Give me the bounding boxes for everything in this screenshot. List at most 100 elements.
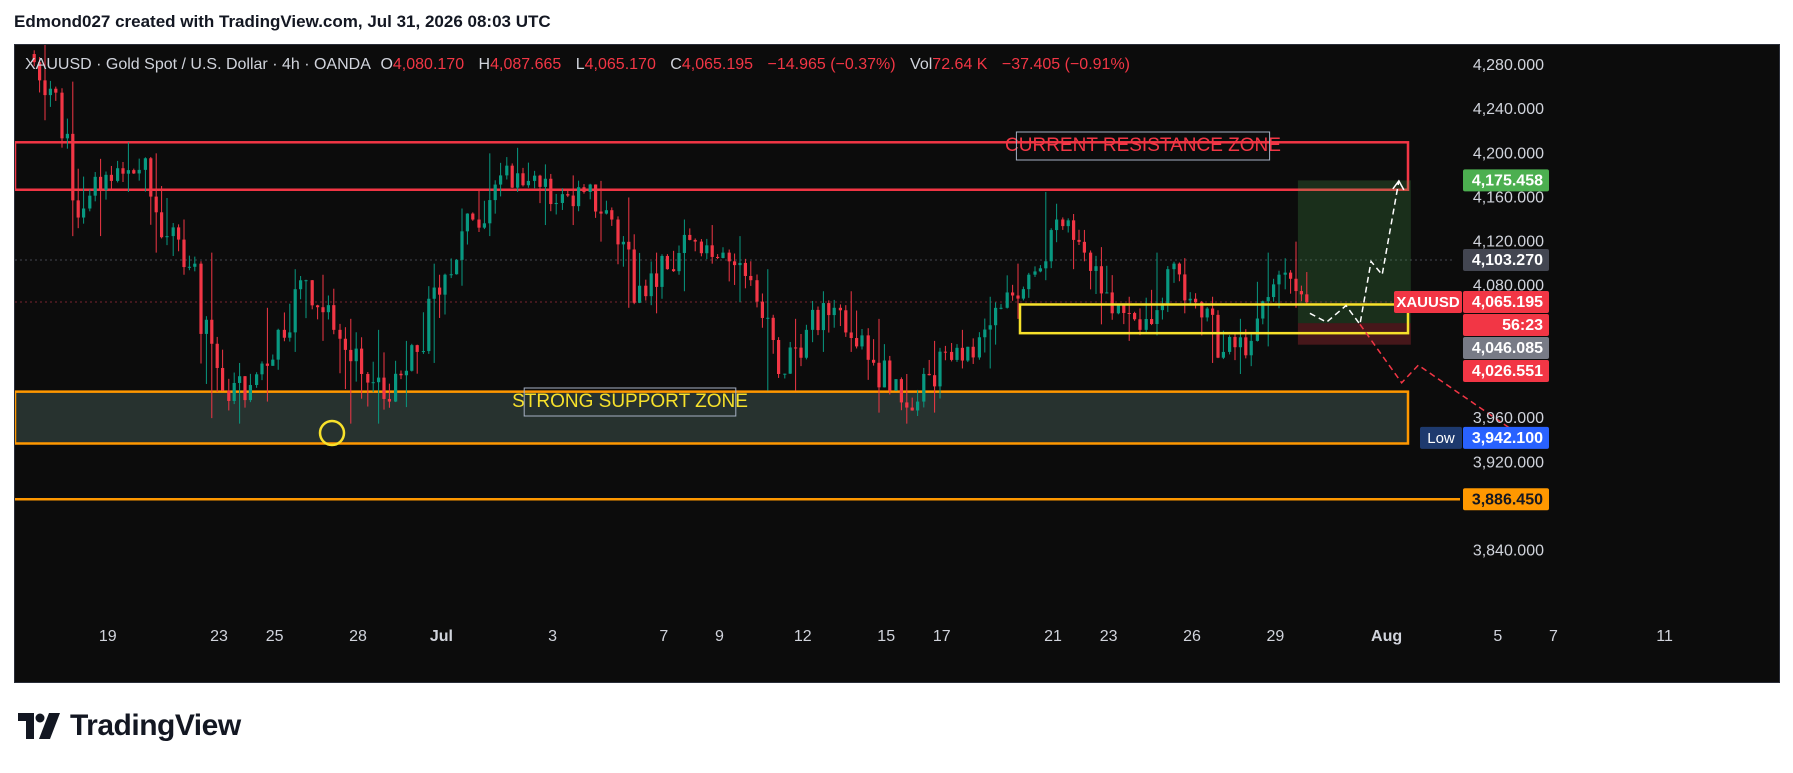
candle [321, 274, 325, 341]
time-axis[interactable]: 19 23 25 28 Jul 3 7 9 12 15 17 21 23 26 29 Aug 5 7 11 [99, 628, 1673, 645]
candle [983, 318, 987, 353]
price-badge: 4,065.195 [1463, 291, 1549, 314]
legend-vol-value: 72.64 K [932, 56, 987, 73]
candle-body [1082, 241, 1086, 253]
chart-panel[interactable]: CURRENT RESISTANCE ZONE STRONG SUPPORT ZO… [14, 44, 1780, 683]
candle-body [788, 347, 792, 374]
candle-body [538, 175, 542, 187]
price-badge-text: 4,065.195 [1472, 294, 1543, 311]
candle-body [599, 211, 603, 214]
candle-body [449, 274, 453, 276]
price-tick-label: 3,920.000 [1473, 454, 1544, 471]
candle-body [632, 249, 636, 303]
legend-title: XAUUSD · Gold Spot / U.S. Dollar · 4h · … [25, 56, 371, 73]
candle [794, 318, 798, 391]
price-axis[interactable]: 4,280.000 4,240.000 4,200.000 4,160.000 4,12… [1394, 57, 1549, 560]
candle-body [71, 133, 75, 201]
candle-body [660, 255, 664, 287]
candle-body [276, 329, 280, 360]
candle [811, 300, 815, 343]
candle-body [521, 173, 525, 186]
candle [994, 302, 998, 345]
candle-body [182, 239, 186, 268]
candle [710, 225, 714, 264]
candle-body [766, 317, 770, 319]
candle [1289, 270, 1293, 294]
candle [288, 303, 292, 342]
candle-body [343, 338, 347, 350]
candle [1238, 318, 1242, 374]
price-tick-label: 4,120.000 [1473, 234, 1544, 251]
candle [960, 329, 964, 369]
candle [743, 258, 747, 289]
candle [799, 334, 803, 367]
candle [76, 168, 80, 229]
candle [455, 258, 459, 275]
candle [410, 343, 414, 372]
candle [716, 254, 720, 260]
legend-open-value: 4,080.170 [393, 56, 464, 73]
tradingview-logo-icon [18, 713, 60, 739]
candle-body [872, 359, 876, 363]
candle-body [1172, 263, 1176, 270]
candle [1027, 272, 1031, 298]
candle-body [571, 195, 575, 207]
candle-body [682, 234, 686, 253]
price-badge: 4,175.458 [1463, 169, 1549, 192]
candle-body [165, 236, 169, 238]
candle [199, 261, 203, 364]
candle-body [977, 337, 981, 358]
candle-body [649, 273, 653, 297]
candle-body [121, 168, 125, 174]
candle-body [48, 88, 52, 96]
candle [966, 346, 970, 363]
candle [621, 236, 625, 267]
candle-body [265, 363, 269, 366]
candle-body [137, 169, 141, 174]
candle [943, 345, 947, 361]
price-tick-label: 4,240.000 [1473, 101, 1544, 118]
candle [783, 373, 787, 379]
candle-body [304, 280, 308, 282]
candle-body [271, 359, 275, 366]
candle-body [1183, 274, 1187, 301]
candle-body [760, 301, 764, 318]
candle [1055, 203, 1059, 243]
candle-body [844, 310, 848, 333]
candle [832, 299, 836, 328]
candle-body [1283, 272, 1287, 275]
time-tick-label: Aug [1371, 628, 1402, 645]
candle-body [938, 351, 942, 387]
candle-body [1305, 294, 1309, 303]
candle-body [582, 187, 586, 192]
candle-body [310, 280, 314, 306]
candle-body [832, 307, 836, 316]
price-chart[interactable]: CURRENT RESISTANCE ZONE STRONG SUPPORT ZO… [15, 45, 1780, 683]
price-tick-label: 3,840.000 [1473, 543, 1544, 560]
candle-body [1166, 269, 1170, 304]
candle [1099, 247, 1103, 325]
candle-body [665, 255, 669, 270]
candle-body [238, 376, 242, 383]
candle-body [549, 178, 553, 205]
candle [1188, 292, 1192, 306]
candle-body [199, 263, 203, 334]
candle-body [1289, 272, 1293, 279]
candle [665, 254, 669, 270]
candle-body [727, 252, 731, 262]
candle [655, 252, 659, 314]
candle [999, 303, 1003, 310]
candle-body [460, 231, 464, 260]
symbol-tag: XAUUSD [1394, 291, 1462, 314]
candle-body [260, 363, 264, 375]
candle [693, 238, 697, 252]
tradingview-logo[interactable]: TradingView [18, 709, 241, 743]
candle [1005, 275, 1009, 309]
candle [371, 361, 375, 393]
candle-body [1144, 319, 1148, 330]
candle-body [1294, 278, 1298, 292]
candle-body [1066, 220, 1070, 227]
candle-body [1049, 230, 1053, 262]
candle-body [177, 227, 181, 240]
candle [872, 339, 876, 366]
